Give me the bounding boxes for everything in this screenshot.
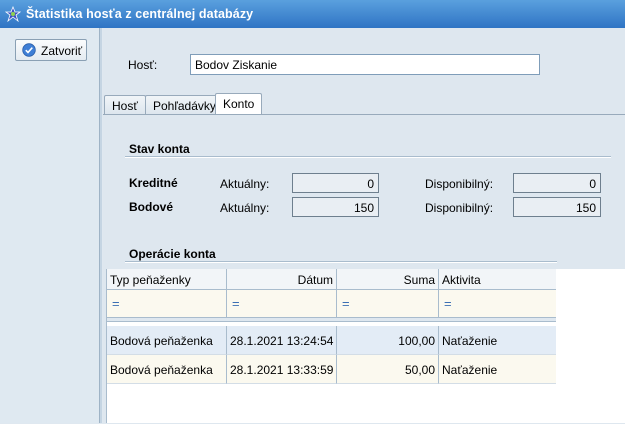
- grid-empty-area: [556, 269, 625, 423]
- points-row-label: Bodové: [129, 200, 174, 214]
- filter-cell-date[interactable]: =: [227, 290, 337, 317]
- cell-date: 28.1.2021 13:24:54: [227, 326, 337, 355]
- filter-cell-activity[interactable]: =: [439, 290, 557, 317]
- cell-amount: 50,00: [337, 355, 439, 384]
- operations-grid[interactable]: Typ peňaženky Dátum Suma Aktivita = = = …: [106, 269, 557, 423]
- filter-separator: [107, 317, 557, 322]
- app-icon: [5, 6, 21, 22]
- cell-wallet-type: Bodová peňaženka: [107, 355, 227, 384]
- cell-amount: 100,00: [337, 326, 439, 355]
- title-bar[interactable]: Štatistika hosťa z centrálnej databázy: [0, 0, 625, 28]
- column-header-date[interactable]: Dátum: [227, 269, 337, 290]
- filter-cell-wallet-type[interactable]: =: [107, 290, 227, 317]
- tab-receivables[interactable]: Pohľadávky: [145, 95, 224, 114]
- credit-available-field[interactable]: 0: [513, 173, 601, 193]
- main-area: Hosť: Bodov Ziskanie Hosť Pohľadávky Kon…: [103, 28, 625, 424]
- column-header-activity[interactable]: Aktivita: [439, 269, 557, 290]
- credit-current-label: Aktuálny:: [220, 177, 270, 191]
- cell-date: 28.1.2021 13:33:59: [227, 355, 337, 384]
- host-field[interactable]: Bodov Ziskanie: [190, 54, 540, 75]
- window-title: Štatistika hosťa z centrálnej databázy: [26, 7, 254, 21]
- checkmark-icon: [22, 43, 36, 57]
- cell-activity: Naťaženie: [439, 326, 557, 355]
- left-toolbar: Zatvoriť: [0, 28, 102, 423]
- credit-row-label: Kreditné: [129, 176, 178, 190]
- points-available-field[interactable]: 150: [513, 197, 601, 217]
- column-header-amount[interactable]: Suma: [337, 269, 439, 290]
- cell-activity: Naťaženie: [439, 355, 557, 384]
- cell-wallet-type: Bodová peňaženka: [107, 326, 227, 355]
- points-current-label: Aktuálny:: [220, 201, 270, 215]
- panel-divider: [100, 28, 102, 423]
- tab-account[interactable]: Konto: [215, 93, 263, 114]
- section-divider: [125, 156, 611, 158]
- credit-current-field[interactable]: 0: [292, 173, 379, 193]
- points-available-label: Disponibilný:: [425, 201, 494, 215]
- host-label: Hosť:: [128, 58, 158, 72]
- account-status-title: Stav konta: [129, 142, 190, 156]
- close-button-label: Zatvoriť: [41, 44, 83, 58]
- points-current-field[interactable]: 150: [292, 197, 379, 217]
- close-button[interactable]: Zatvoriť: [15, 39, 87, 61]
- credit-available-label: Disponibilný:: [425, 177, 494, 191]
- column-header-wallet-type[interactable]: Typ peňaženky: [107, 269, 227, 290]
- tab-host[interactable]: Hosť: [104, 95, 146, 114]
- filter-cell-amount[interactable]: =: [337, 290, 439, 317]
- account-operations-title: Operácie konta: [129, 247, 216, 261]
- section-divider: [125, 261, 557, 263]
